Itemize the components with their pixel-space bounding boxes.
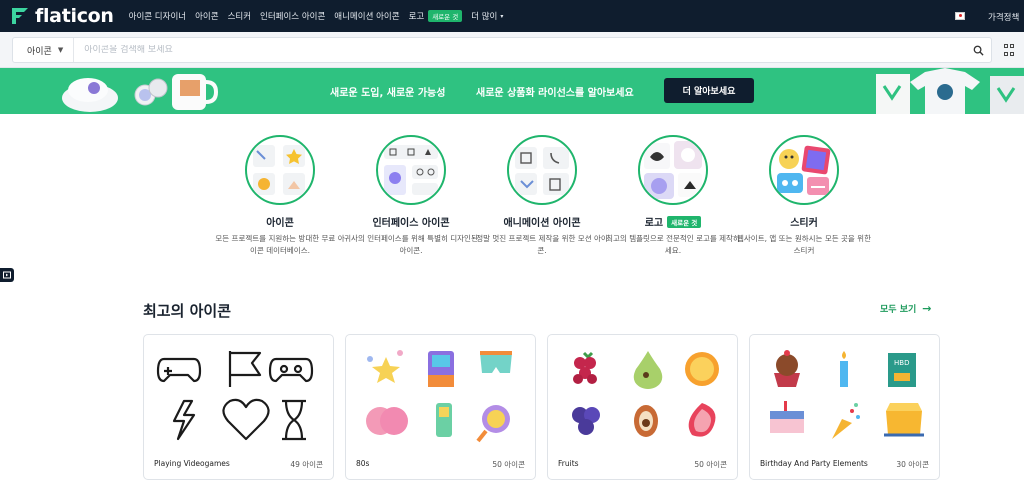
search-icon[interactable] (965, 45, 991, 56)
category-logos-illustration (638, 135, 708, 205)
nav-menu: 아이콘 디자이너 아이콘 스티커 인터페이스 아이콘 애니메이션 아이콘 로고 … (129, 10, 513, 22)
search-box: 아이콘 ▼ (12, 37, 992, 63)
chevron-down-icon: ▾ (500, 12, 504, 20)
category-stickers[interactable]: 스티커 웹사이트, 앱 또는 원하시는 모든 곳을 위한 스티커 (734, 132, 874, 257)
category-animated-icons[interactable]: 애니메이션 아이콘 정말 멋진 프로젝트 제작을 위한 모션 아이콘. (472, 132, 612, 257)
pack-card-fruits[interactable]: Fruits 50 아이콘 (547, 334, 738, 480)
pack-count: 30 아이콘 (896, 460, 929, 469)
new-badge: 새로운 것 (428, 10, 463, 22)
search-input[interactable] (74, 45, 965, 55)
category-title: 로고 (644, 218, 664, 229)
top-navigation: flaticon 아이콘 디자이너 아이콘 스티커 인터페이스 아이콘 애니메이… (0, 0, 1024, 32)
nav-item-logos-label: 로고 (408, 12, 425, 22)
category-icons[interactable]: 아이콘 모든 프로젝트를 지원하는 방대한 무료 아이콘 데이터베이스. (210, 132, 350, 257)
pack-name: Fruits (558, 459, 579, 468)
learn-more-button[interactable]: 더 알아보세요 (664, 78, 754, 103)
category-title: 스티커 (790, 218, 818, 229)
nav-item-icon-designer[interactable]: 아이콘 디자이너 (129, 10, 186, 22)
category-title: 아이콘 (266, 218, 294, 229)
pack-name: 80s (356, 459, 370, 468)
pack-name: Birthday And Party Elements (760, 459, 868, 468)
nav-item-icons[interactable]: 아이콘 (195, 10, 218, 22)
search-type-select[interactable]: 아이콘 ▼ (13, 38, 75, 62)
category-section: 아이콘 모든 프로젝트를 지원하는 방대한 무료 아이콘 데이터베이스. 인터페… (0, 132, 1024, 272)
nav-item-logos[interactable]: 로고 새로운 것 (409, 10, 463, 22)
category-logos[interactable]: 로고 새로운 것 최고의 템플릿으로 전문적인 로고를 제작하세요. (603, 132, 743, 257)
pack-card-playing-videogames[interactable]: Playing Videogames 49 아이콘 (143, 334, 334, 480)
promo-banner: 새로운 도입, 새로운 가능성 새로운 상품화 라이선스를 알아보세요 더 알아… (0, 68, 1024, 114)
category-icons-illustration (245, 135, 315, 205)
grid-view-icon[interactable] (1004, 44, 1018, 58)
nav-item-more-label: 더 많이 (471, 12, 498, 22)
pack-preview-icons: HBD (770, 350, 924, 439)
search-type-label: 아이콘 (27, 46, 52, 57)
pack-preview-icons (366, 350, 512, 443)
category-description: 귀사의 인터페이스를 위해 특별히 디자인된 아이콘. (344, 234, 478, 255)
category-interface-icons[interactable]: 인터페이스 아이콘 귀사의 인터페이스를 위해 특별히 디자인된 아이콘. (341, 132, 481, 257)
category-interface-illustration (376, 135, 446, 205)
nav-item-more[interactable]: 더 많이 ▾ (471, 10, 503, 22)
category-description: 정말 멋진 프로젝트 제작을 위한 모션 아이콘. (476, 234, 608, 255)
pack-name: Playing Videogames (154, 459, 230, 468)
banner-subtext: 새로운 상품화 라이선스를 알아보세요 (476, 88, 634, 99)
svg-text:HBD: HBD (894, 359, 909, 367)
category-stickers-illustration (769, 135, 839, 205)
pack-count: 50 아이콘 (492, 460, 525, 469)
chevron-down-icon: ▼ (57, 46, 64, 54)
pack-count: 49 아이콘 (290, 460, 323, 469)
category-title-row: 로고 새로운 것 (603, 214, 743, 229)
see-all-label: 모두 보기 (880, 305, 917, 315)
search-bar: 아이콘 ▼ (0, 32, 1024, 68)
category-title: 애니메이션 아이콘 (503, 218, 581, 229)
flaticon-logo-icon (12, 8, 28, 24)
category-title: 인터페이스 아이콘 (372, 218, 450, 229)
category-description: 모든 프로젝트를 지원하는 방대한 무료 아이콘 데이터베이스. (215, 234, 345, 255)
play-icon (3, 271, 11, 279)
pack-card-birthday-party-elements[interactable]: HBD Birthday And Party Elements 30 아이콘 (749, 334, 940, 480)
pack-card-80s[interactable]: 80s 50 아이콘 (345, 334, 536, 480)
see-all-link[interactable]: 모두 보기 → (880, 302, 931, 315)
nav-item-stickers[interactable]: 스티커 (228, 10, 251, 22)
merchandise-illustration-left (62, 74, 219, 112)
pack-preview-icons (156, 351, 314, 441)
arrow-right-icon: → (922, 302, 932, 315)
language-flag-icon[interactable] (955, 12, 965, 20)
nav-item-animated-icons[interactable]: 애니메이션 아이콘 (334, 10, 399, 22)
category-animated-illustration (507, 135, 577, 205)
category-description: 웹사이트, 앱 또는 원하시는 모든 곳을 위한 스티커 (737, 234, 871, 255)
pack-preview-icons (572, 351, 719, 437)
section-title: 최고의 아이콘 (143, 302, 232, 320)
category-description: 최고의 템플릿으로 전문적인 로고를 제작하세요. (606, 234, 740, 255)
nav-item-pricing[interactable]: 가격정책 (988, 11, 1019, 23)
merchandise-illustration-right (876, 68, 1024, 114)
nav-item-interface-icons[interactable]: 인터페이스 아이콘 (260, 10, 325, 22)
flaticon-logo[interactable]: flaticon (10, 5, 114, 27)
pack-count: 50 아이콘 (694, 460, 727, 469)
new-badge: 새로운 것 (667, 215, 702, 228)
logo-text: flaticon (35, 5, 114, 27)
banner-headline: 새로운 도입, 새로운 가능성 (330, 88, 446, 99)
